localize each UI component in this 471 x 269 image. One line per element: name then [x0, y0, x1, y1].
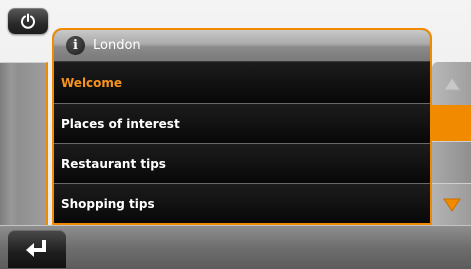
bottom-bar [0, 225, 471, 269]
scroll-up-button[interactable] [432, 62, 471, 105]
list-item-restaurant-tips[interactable]: Restaurant tips [54, 143, 430, 183]
city-info-dialog: i London Welcome Places of interest Rest… [52, 28, 432, 225]
return-arrow-icon [26, 240, 46, 257]
scroll-track[interactable] [432, 105, 471, 183]
power-icon [21, 13, 35, 29]
triangle-down-icon [442, 198, 461, 212]
dialog-header: i London [54, 30, 430, 62]
triangle-up-icon [442, 76, 461, 90]
back-button[interactable] [8, 230, 66, 268]
topic-list: Welcome Places of interest Restaurant ti… [54, 62, 430, 223]
dialog-title: London [93, 38, 141, 53]
power-button[interactable] [8, 8, 48, 34]
scrollbar[interactable] [432, 62, 471, 225]
list-item-places-of-interest[interactable]: Places of interest [54, 103, 430, 143]
list-item-shopping-tips[interactable]: Shopping tips [54, 183, 430, 223]
scroll-down-button[interactable] [432, 183, 471, 225]
list-item-welcome[interactable]: Welcome [54, 62, 430, 103]
info-icon: i [66, 36, 85, 55]
left-side-panel [0, 62, 48, 225]
scroll-thumb[interactable] [432, 141, 471, 183]
